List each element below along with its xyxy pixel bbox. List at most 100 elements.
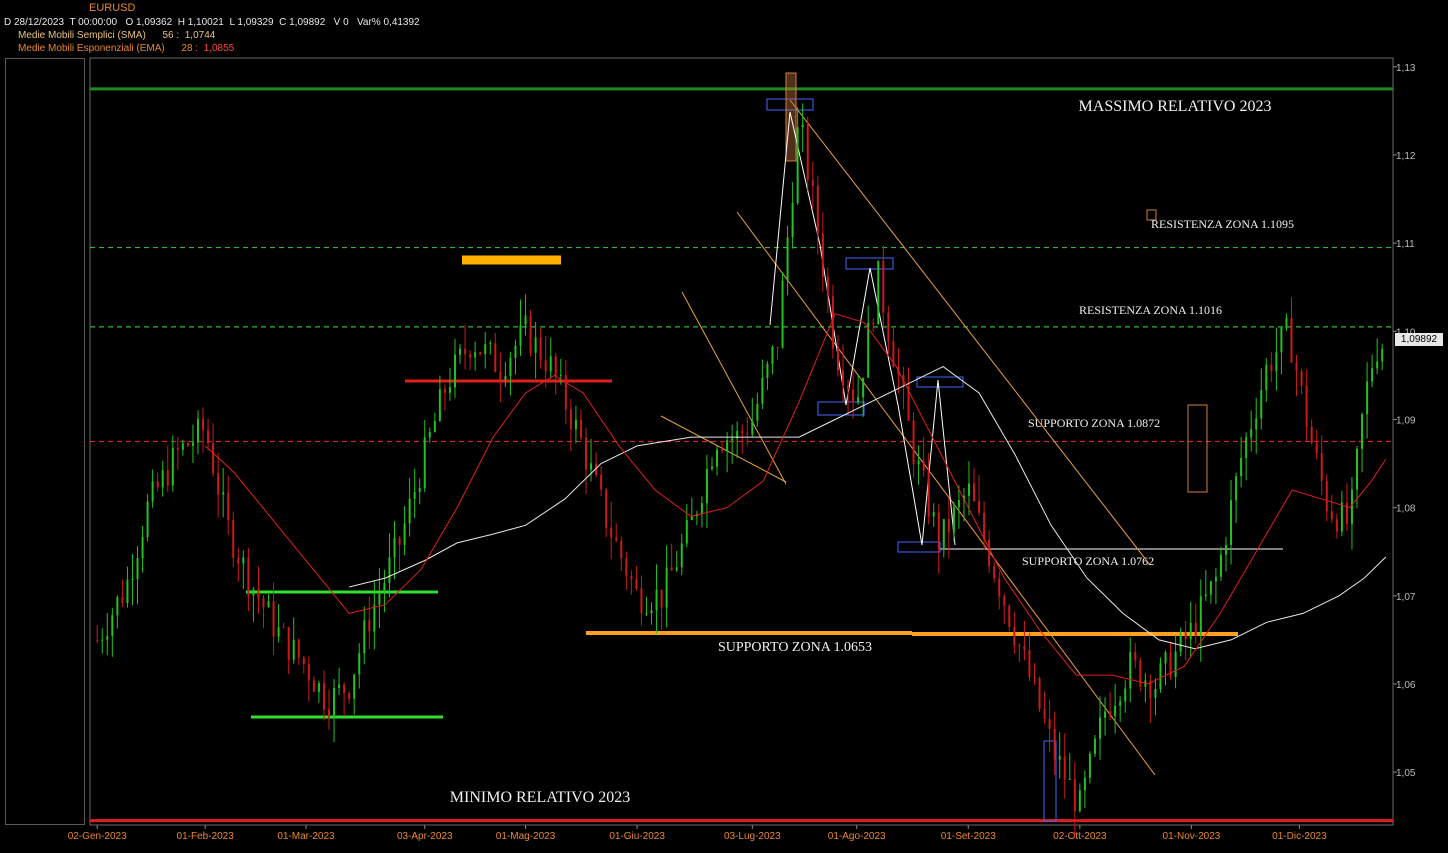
candle-body bbox=[857, 397, 860, 403]
candle-body bbox=[988, 539, 991, 567]
candle-body bbox=[1184, 632, 1187, 640]
candle-body bbox=[1356, 448, 1359, 490]
candle-body bbox=[464, 348, 467, 355]
candle-body bbox=[459, 348, 462, 355]
price-chart[interactable]: 1,131,121,111,101,091,081,071,061,0502-G… bbox=[0, 0, 1448, 853]
candle-body bbox=[514, 345, 517, 358]
last-price-tag: 1,09892 bbox=[1395, 333, 1443, 346]
x-tick-label: 01-Mar-2023 bbox=[277, 831, 335, 842]
candle-body bbox=[443, 389, 446, 393]
candle-body bbox=[348, 693, 351, 699]
candle-body bbox=[141, 537, 144, 559]
candle-body bbox=[186, 443, 189, 446]
candle-body bbox=[307, 664, 310, 681]
candle-body bbox=[937, 512, 940, 550]
candle-body bbox=[131, 579, 134, 581]
candle-body bbox=[176, 447, 179, 450]
candle-body bbox=[635, 579, 638, 589]
candle-body bbox=[181, 443, 184, 450]
y-tick-label: 1,08 bbox=[1396, 504, 1416, 515]
candle-body bbox=[242, 557, 245, 564]
candle-body bbox=[353, 674, 356, 699]
candle-body bbox=[1093, 738, 1096, 754]
candle-body bbox=[645, 613, 648, 615]
candle-body bbox=[917, 460, 920, 465]
candle-body bbox=[862, 377, 865, 398]
candle-body bbox=[1305, 385, 1308, 427]
candle-body bbox=[1219, 554, 1222, 577]
candle-body bbox=[1114, 705, 1117, 716]
candle-body bbox=[529, 315, 532, 353]
candle-body bbox=[1371, 368, 1374, 382]
candle-body bbox=[1088, 753, 1091, 778]
candle-body bbox=[267, 601, 270, 608]
candle-body bbox=[1083, 777, 1086, 791]
candle-body bbox=[1255, 418, 1258, 430]
candle-body bbox=[1164, 652, 1167, 664]
candle-body bbox=[257, 589, 260, 599]
candle-body bbox=[751, 420, 754, 435]
candle-body bbox=[328, 709, 331, 718]
level-label: MINIMO RELATIVO 2023 bbox=[450, 789, 630, 806]
candle-body bbox=[620, 540, 623, 559]
candle-body bbox=[418, 488, 421, 492]
candle-body bbox=[1179, 632, 1182, 652]
candle-body bbox=[1104, 711, 1107, 718]
candle-body bbox=[1159, 663, 1162, 690]
candle-body bbox=[1235, 476, 1238, 501]
x-tick-label: 01-Dic-2023 bbox=[1272, 831, 1327, 842]
x-tick-label: 03-Apr-2023 bbox=[397, 831, 453, 842]
candle-body bbox=[146, 501, 149, 538]
candle-body bbox=[1290, 318, 1293, 363]
y-tick-label: 1,12 bbox=[1396, 151, 1416, 162]
candle-body bbox=[670, 567, 673, 571]
candle-body bbox=[564, 374, 567, 410]
candle-body bbox=[428, 432, 431, 438]
candle-body bbox=[1245, 437, 1248, 459]
candle-body bbox=[383, 582, 386, 594]
candle-body bbox=[489, 343, 492, 345]
candle-body bbox=[1204, 594, 1207, 597]
candle-body bbox=[297, 639, 300, 658]
candle-body bbox=[1320, 453, 1323, 481]
candle-body bbox=[660, 589, 663, 608]
candle-body bbox=[171, 447, 174, 486]
candle-body bbox=[1325, 480, 1328, 512]
candle-body bbox=[1250, 429, 1253, 438]
candle-body bbox=[1003, 596, 1006, 606]
candle-body bbox=[1295, 362, 1298, 372]
candle-body bbox=[448, 387, 451, 393]
candle-body bbox=[1018, 645, 1021, 647]
level-label: RESISTENZA ZONA 1.1016 bbox=[1079, 303, 1222, 317]
candle-body bbox=[842, 370, 845, 386]
candle-body bbox=[716, 449, 719, 467]
y-tick-label: 1,05 bbox=[1396, 768, 1416, 779]
pattern-box bbox=[845, 257, 894, 270]
candle-body bbox=[393, 537, 396, 558]
candle-body bbox=[1033, 677, 1036, 679]
candle-body bbox=[549, 356, 552, 372]
candle-body bbox=[847, 385, 850, 390]
candle-body bbox=[322, 683, 325, 710]
candle-body bbox=[151, 481, 154, 502]
candle-body bbox=[252, 589, 255, 596]
candle-body bbox=[705, 468, 708, 504]
candle-body bbox=[287, 627, 290, 660]
candle-body bbox=[1099, 717, 1102, 739]
candle-body bbox=[212, 442, 215, 474]
x-tick-label: 01-Giu-2023 bbox=[609, 831, 665, 842]
candle-body bbox=[363, 620, 366, 654]
candle-body bbox=[136, 558, 139, 580]
candle-body bbox=[126, 579, 129, 603]
candle-body bbox=[378, 593, 381, 605]
x-tick-label: 01-Nov-2023 bbox=[1163, 831, 1221, 842]
candle-body bbox=[509, 357, 512, 377]
candle-body bbox=[368, 620, 371, 632]
candle-body bbox=[1023, 646, 1026, 650]
candle-body bbox=[544, 360, 547, 372]
candle-body bbox=[1345, 502, 1348, 524]
candle-body bbox=[1214, 576, 1217, 582]
candle-body bbox=[1340, 502, 1343, 532]
candle-body bbox=[761, 377, 764, 404]
candle-body bbox=[519, 324, 522, 346]
